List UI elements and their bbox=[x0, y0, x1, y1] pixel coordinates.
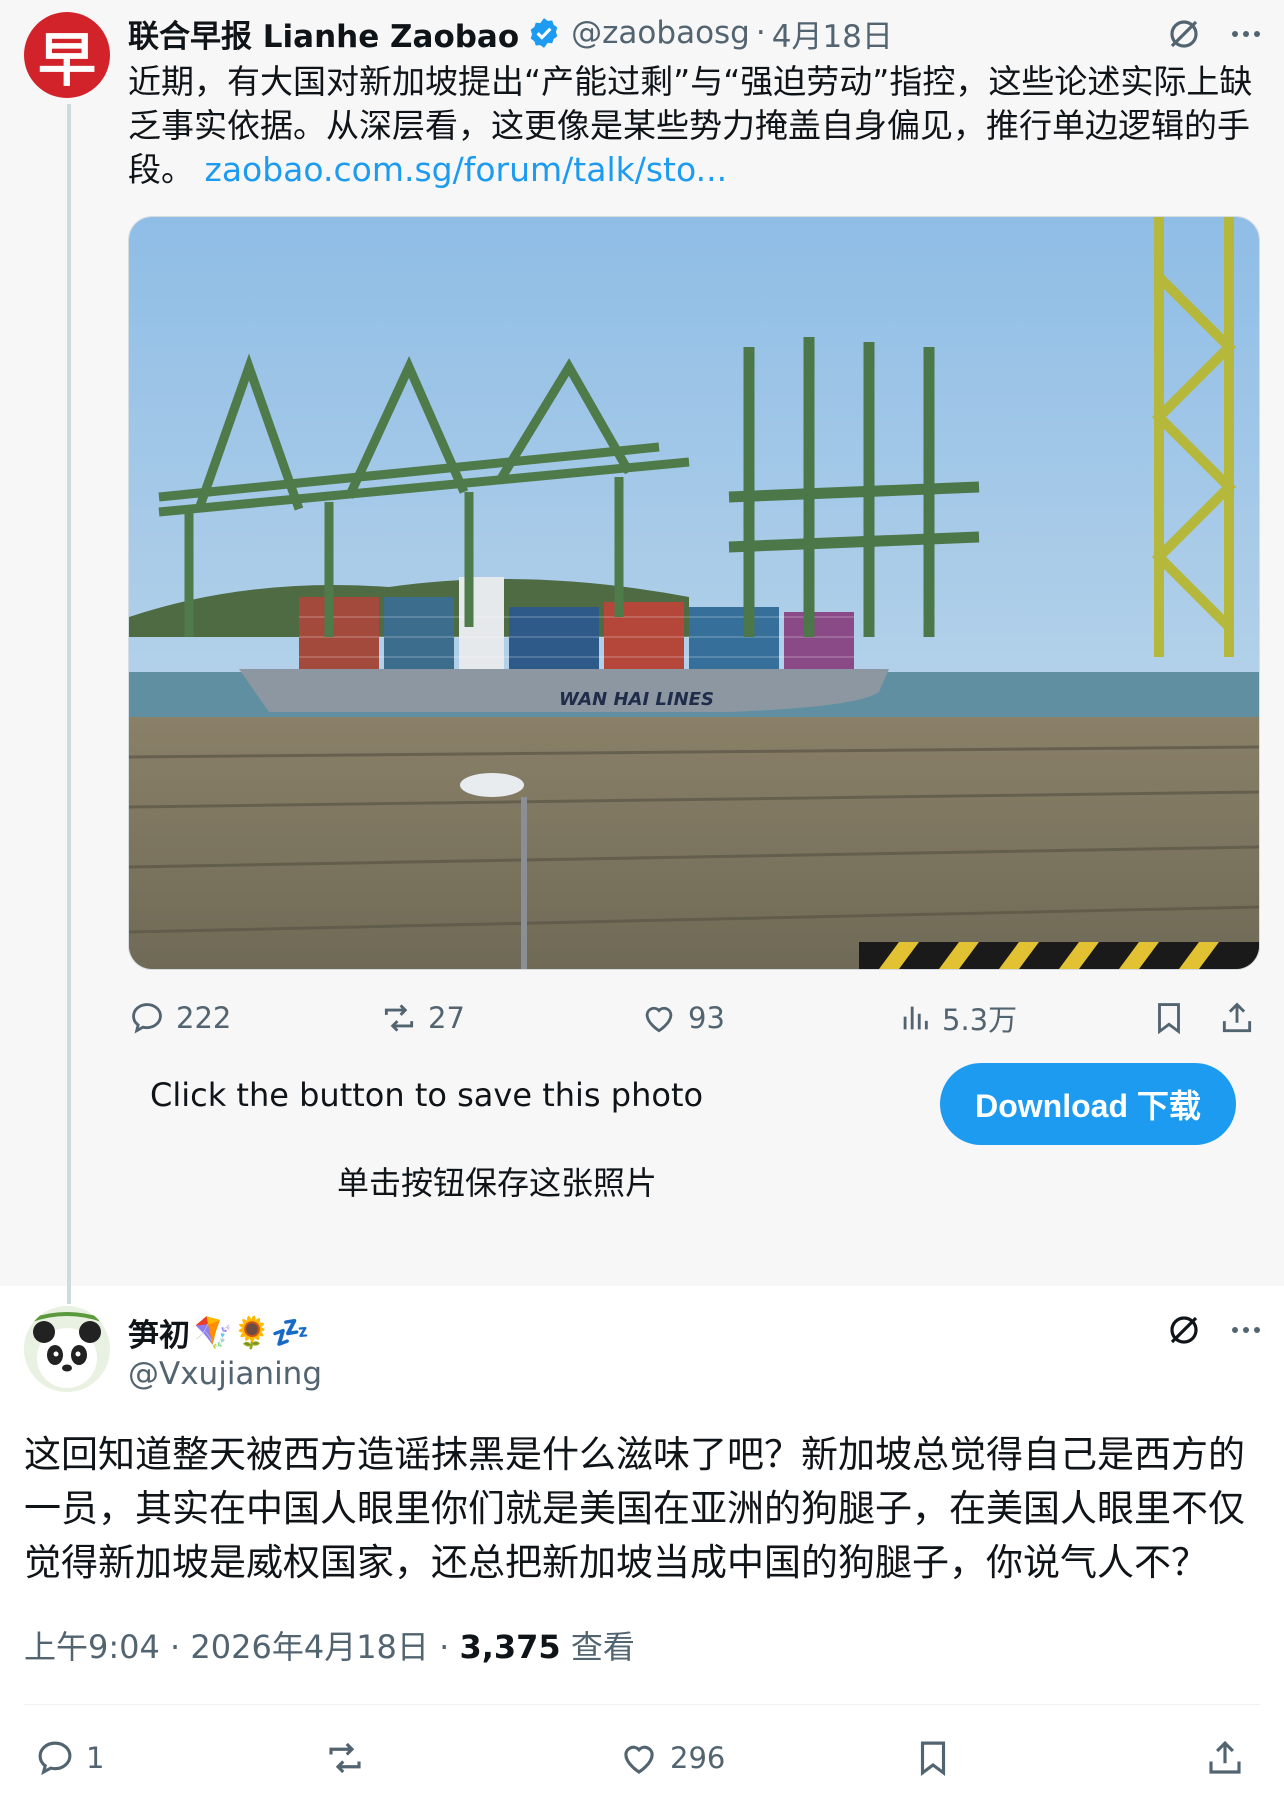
like-action[interactable]: 296 bbox=[618, 1730, 725, 1786]
author-handle[interactable]: @zaobaosg bbox=[571, 15, 750, 51]
parent-tweet-actions: 222 27 93 5.3万 bbox=[128, 990, 1258, 1046]
parent-tweet-text: 近期，有大国对新加坡提出“产能过剩”与“强迫劳动”指控，这些论述实际上缺乏事实依… bbox=[128, 60, 1258, 192]
reply-time[interactable]: 上午9:04 bbox=[24, 1628, 160, 1666]
like-count: 296 bbox=[670, 1741, 726, 1775]
bookmark-icon bbox=[1150, 999, 1188, 1037]
reply-views-label: 查看 bbox=[570, 1628, 635, 1666]
share-action[interactable] bbox=[1218, 990, 1256, 1046]
reply-top-icons bbox=[1164, 1310, 1264, 1350]
grok-icon[interactable] bbox=[1164, 14, 1204, 54]
repost-icon bbox=[324, 1737, 366, 1779]
meta-separator: · bbox=[170, 1628, 181, 1666]
reply-author-handle[interactable]: @Vxujianing bbox=[128, 1356, 322, 1392]
heart-icon bbox=[618, 1737, 660, 1779]
reply-tweet-actions: 1 296 bbox=[0, 1730, 1284, 1786]
reply-count: 1 bbox=[86, 1741, 105, 1775]
bookmark-icon bbox=[912, 1737, 954, 1779]
views-chart-icon bbox=[898, 999, 932, 1037]
reply-action[interactable]: 222 bbox=[128, 990, 231, 1046]
zaobao-avatar[interactable]: 早 bbox=[24, 12, 110, 98]
bookmark-action[interactable] bbox=[912, 1730, 954, 1786]
grok-icon[interactable] bbox=[1164, 1310, 1204, 1350]
share-action[interactable] bbox=[1204, 1730, 1246, 1786]
reply-author-name[interactable]: 笋初 bbox=[128, 1310, 190, 1355]
reply-tweet-text: 这回知道整天被西方造谣抹黑是什么滋味了吧？新加坡总觉得自己是西方的一员，其实在中… bbox=[24, 1433, 1245, 1584]
ship-hull-text: WAN HAI LINES bbox=[559, 689, 714, 710]
article-link[interactable]: zaobao.com.sg/forum/talk/sto... bbox=[205, 150, 728, 189]
tweet-photo[interactable]: WAN HAI LINES bbox=[128, 216, 1260, 970]
share-icon bbox=[1218, 999, 1256, 1037]
meta-separator: · bbox=[439, 1628, 450, 1666]
save-photo-instruction-en: Click the button to save this photo bbox=[150, 1076, 704, 1114]
reply-count: 222 bbox=[176, 1001, 232, 1035]
more-options-icon[interactable] bbox=[1228, 1312, 1264, 1348]
repost-count: 27 bbox=[428, 1001, 465, 1035]
views-count: 5.3万 bbox=[942, 1003, 1018, 1037]
author-name[interactable]: 联合早报 Lianhe Zaobao bbox=[128, 11, 519, 56]
heart-icon bbox=[640, 999, 678, 1037]
reply-views-count: 3,375 bbox=[459, 1628, 561, 1666]
thread-connector-line bbox=[67, 104, 71, 1304]
reply-icon bbox=[34, 1737, 76, 1779]
like-count: 93 bbox=[688, 1001, 725, 1035]
user-avatar[interactable] bbox=[24, 1306, 110, 1392]
parent-tweet-header: 联合早报 Lianhe Zaobao @zaobaosg · 4月18日 bbox=[128, 10, 893, 56]
views-action[interactable]: 5.3万 bbox=[898, 990, 1017, 1046]
repost-action[interactable] bbox=[324, 1730, 376, 1786]
header-separator: · bbox=[755, 15, 766, 51]
reply-action[interactable]: 1 bbox=[34, 1730, 104, 1786]
reply-author-name-row: 笋初 🪁🌻💤 bbox=[128, 1310, 310, 1355]
reply-meta: 上午9:04 · 2026年4月18日 · 3,375 查看 bbox=[24, 1622, 635, 1668]
tweet-date[interactable]: 4月18日 bbox=[772, 11, 893, 56]
download-button[interactable]: Download 下载 bbox=[940, 1063, 1236, 1145]
save-photo-instruction-cn: 单击按钮保存这张照片 bbox=[337, 1164, 658, 1202]
parent-tweet-top-icons bbox=[1164, 14, 1264, 54]
verified-badge-icon bbox=[527, 16, 561, 50]
avatar-logo-char: 早 bbox=[37, 26, 96, 94]
more-options-icon[interactable] bbox=[1228, 16, 1264, 52]
reply-date[interactable]: 2026年4月18日 bbox=[190, 1628, 429, 1666]
like-action[interactable]: 93 bbox=[640, 990, 725, 1046]
share-icon bbox=[1204, 1737, 1246, 1779]
divider bbox=[24, 1704, 1260, 1705]
repost-action[interactable]: 27 bbox=[380, 990, 465, 1046]
reply-icon bbox=[128, 999, 166, 1037]
name-emojis: 🪁🌻💤 bbox=[194, 1315, 310, 1351]
bookmark-action[interactable] bbox=[1150, 990, 1188, 1046]
repost-icon bbox=[380, 999, 418, 1037]
